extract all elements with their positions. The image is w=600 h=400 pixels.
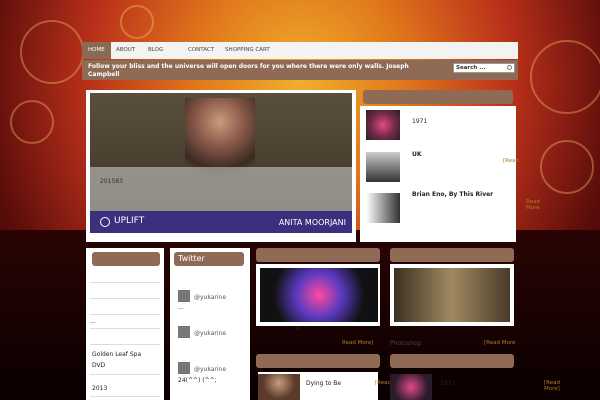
tweet-text: ... <box>178 304 184 311</box>
feature-name: ANITA MOORJANI <box>278 218 346 227</box>
nav-blog[interactable]: BLOG <box>148 42 163 59</box>
background-swirl <box>120 5 154 39</box>
sidebar-list-header <box>363 90 513 104</box>
background-swirl <box>530 40 600 114</box>
left-item[interactable]: Golden Leaf Spa <box>92 351 141 358</box>
nav-about[interactable]: ABOUT <box>116 42 135 59</box>
read-more-link[interactable]: Read More] <box>342 340 373 346</box>
read-more-link[interactable]: [Read More <box>484 340 515 346</box>
tweet-text: 24(^^) (^^; <box>178 377 217 384</box>
nav-contact[interactable]: CONTACT <box>188 42 214 59</box>
divider <box>90 314 160 315</box>
tweet-user[interactable]: @yukarine <box>194 366 226 373</box>
twitter-title: Twitter <box>178 254 205 263</box>
avatar[interactable] <box>178 362 190 374</box>
background-swirl <box>540 140 594 194</box>
tagline: Follow your bliss and the universe will … <box>88 63 409 78</box>
post-thumbnail[interactable] <box>390 374 432 400</box>
feature-caption: 201583 <box>100 178 123 185</box>
feature-panel: 201583 UPLIFT ANITA MOORJANI <box>86 90 356 242</box>
left-item[interactable]: ... <box>90 318 96 325</box>
bottom-header <box>256 354 380 368</box>
background-swirl <box>10 100 54 144</box>
read-more-link[interactable]: [Read <box>503 158 519 164</box>
feature-image[interactable]: 201583 UPLIFT ANITA MOORJANI <box>90 93 352 233</box>
read-more-link[interactable]: [Read <box>375 380 391 386</box>
avatar[interactable] <box>178 290 190 302</box>
feature-logo-text: UPLIFT <box>114 216 145 226</box>
left-widget: ... Golden Leaf Spa DVD 2013 <box>86 248 164 400</box>
twitter-header: Twitter <box>174 252 244 266</box>
post-thumbnail[interactable] <box>366 152 400 182</box>
left-item[interactable]: DVD <box>92 362 105 369</box>
post-image[interactable] <box>260 268 378 322</box>
twitter-widget: Twitter @yukarine ... @yukarine 9 @yukar… <box>170 248 300 400</box>
post-image[interactable] <box>394 268 510 322</box>
post-caption: Photoshop <box>390 340 422 347</box>
search-placeholder: Search ... <box>456 65 486 71</box>
post-card: Photoshop [Read More <box>388 248 518 348</box>
bottom-header <box>390 354 514 368</box>
caption-overlay: 201583 <box>90 167 352 211</box>
sidebar-post-title[interactable]: Brian Eno, By This River <box>412 191 493 198</box>
divider <box>90 396 160 397</box>
read-more-link[interactable]: [Read More] <box>544 380 560 392</box>
divider <box>90 328 160 329</box>
sidebar-list: 1971 UK [Read Brian Eno, By This River R… <box>360 90 540 242</box>
divider <box>90 298 160 299</box>
left-item[interactable]: 2013 <box>92 385 107 392</box>
background-swirl <box>20 20 84 84</box>
nav-shopping-cart[interactable]: SHOPPING CART <box>225 42 270 59</box>
search-icon[interactable] <box>507 65 512 70</box>
divider <box>90 282 160 283</box>
post-thumbnail[interactable] <box>366 193 400 223</box>
post-card: Read More] <box>254 248 382 348</box>
bottom-title[interactable]: Dying to Be <box>306 380 341 387</box>
post-thumbnail[interactable] <box>366 110 400 140</box>
avatar[interactable] <box>178 326 190 338</box>
uplift-logo-icon <box>100 217 110 227</box>
tweet-user[interactable]: @yukarine <box>194 330 226 337</box>
sidebar-post-title[interactable]: 1971 <box>412 118 427 125</box>
read-more-link[interactable]: Read More <box>526 199 540 211</box>
sidebar-post-title[interactable]: UK <box>412 151 422 158</box>
feature-banner: UPLIFT ANITA MOORJANI <box>90 211 352 233</box>
divider <box>90 374 160 375</box>
page-wrapper: HOME ABOUT BLOG CONTACT SHOPPING CART Fo… <box>82 42 560 400</box>
post-header <box>390 248 514 262</box>
tweet-user[interactable]: @yukarine <box>194 294 226 301</box>
post-header <box>256 248 380 262</box>
post-thumbnail[interactable] <box>258 374 300 400</box>
main-nav: HOME ABOUT BLOG CONTACT SHOPPING CART <box>82 42 518 59</box>
divider <box>90 344 160 345</box>
search-input[interactable]: Search ... <box>453 63 515 73</box>
nav-home[interactable]: HOME <box>82 42 111 59</box>
left-widget-header <box>92 252 160 266</box>
bottom-title[interactable]: 1971 <box>440 380 455 387</box>
